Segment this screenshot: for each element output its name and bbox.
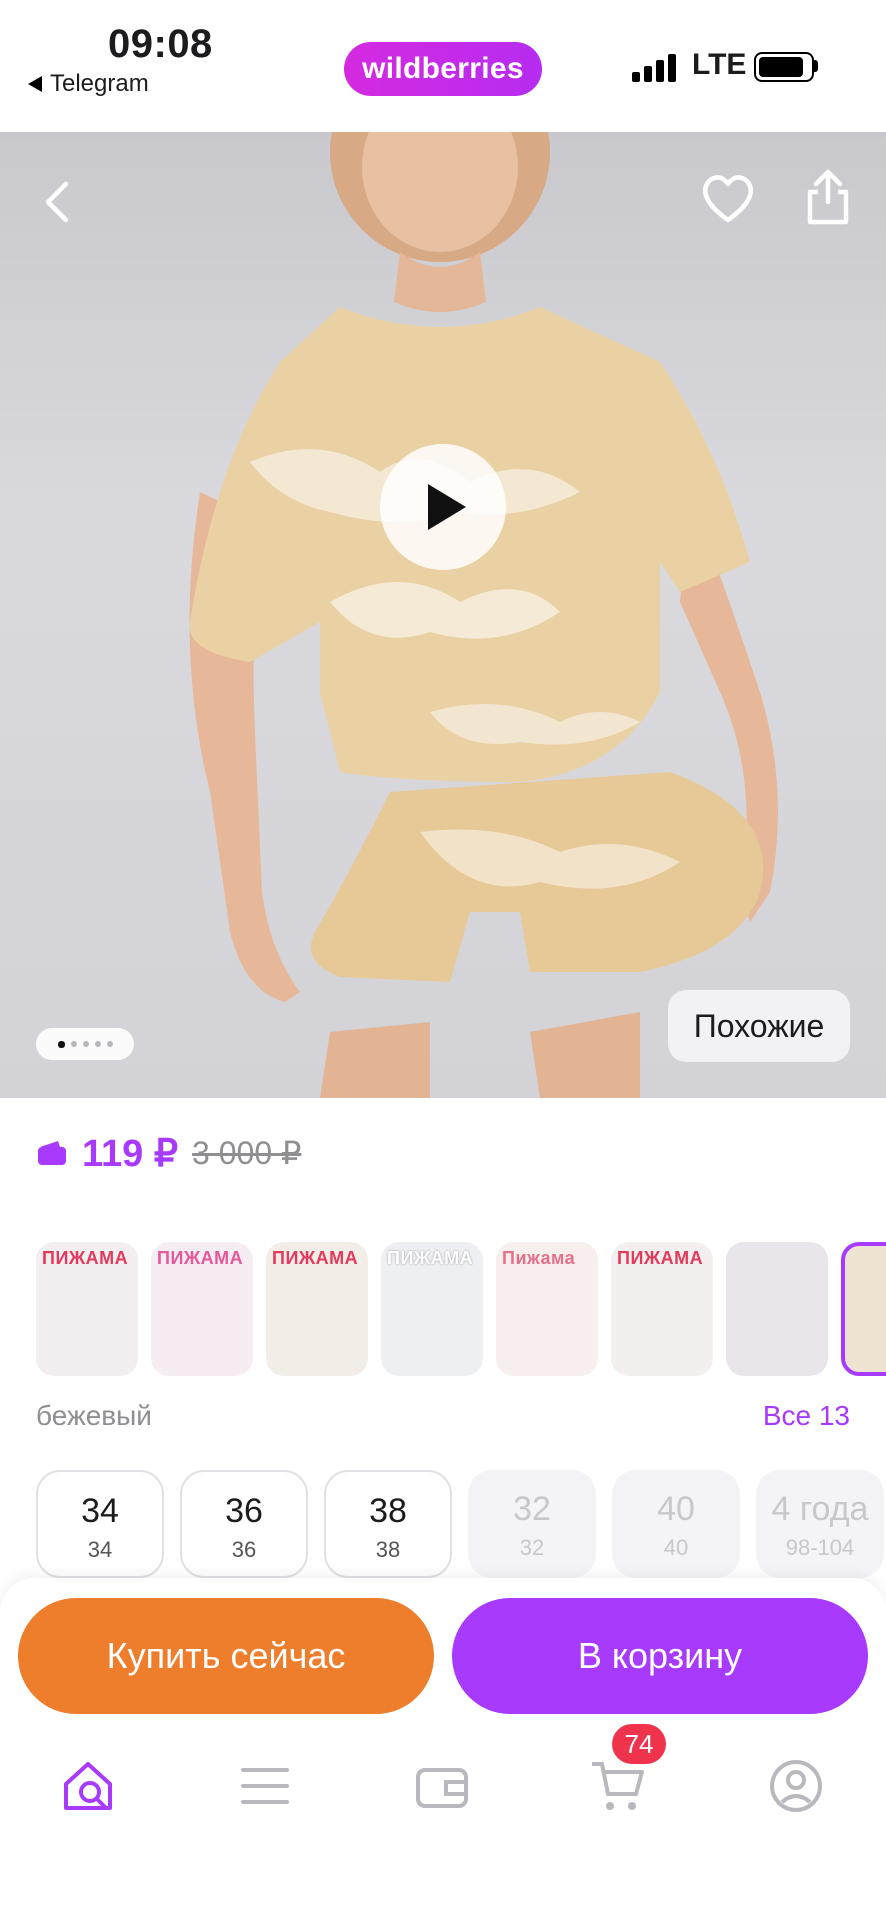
size-subvalue: 40 [663, 1535, 689, 1560]
current-price: 119 ₽ [82, 1132, 179, 1175]
back-to-telegram[interactable]: Telegram [28, 70, 149, 98]
cart-icon[interactable] [588, 1756, 648, 1816]
color-thumbnail[interactable]: ПИЖАМА [266, 1242, 368, 1376]
product-photo [189, 132, 778, 1098]
back-triangle-icon [28, 76, 42, 92]
status-bar: 09:08 Telegram wildberries LTE [0, 0, 886, 132]
battery-tip [814, 60, 818, 72]
share-icon[interactable] [800, 168, 856, 228]
size-value: 4 года [771, 1490, 869, 1528]
product-gallery[interactable]: Похожие [0, 132, 886, 1098]
bottom-action-sheet: Купить сейчас В корзину 74 [0, 1578, 886, 1920]
size-option-unavailable[interactable]: 32 32 [468, 1470, 596, 1578]
thumbnail-title: ПИЖАМА [617, 1248, 704, 1268]
gallery-page-indicator [36, 1028, 134, 1060]
battery-icon [754, 52, 814, 82]
size-subvalue: 32 [519, 1535, 545, 1560]
size-option-unavailable[interactable]: 40 40 [612, 1470, 740, 1578]
size-subvalue: 36 [231, 1537, 257, 1562]
network-label: LTE [692, 48, 747, 81]
size-value: 34 [81, 1492, 119, 1530]
wallet-icon[interactable] [412, 1756, 472, 1816]
price-row: 119 ₽ 3 000 ₽ [36, 1128, 301, 1178]
size-value: 38 [369, 1492, 407, 1530]
color-thumbnail[interactable]: ПИЖАМА [381, 1242, 483, 1376]
home-search-icon[interactable] [58, 1756, 118, 1816]
size-subvalue: 98-104 [785, 1535, 855, 1560]
menu-icon[interactable] [235, 1756, 295, 1816]
add-to-cart-button[interactable]: В корзину [452, 1598, 868, 1714]
back-arrow-icon[interactable] [40, 180, 76, 224]
thumbnail-title: ПИЖАМА [387, 1248, 474, 1268]
all-colors-link[interactable]: Все 13 [763, 1400, 850, 1432]
color-thumbnail[interactable]: ПИЖАМА [36, 1242, 138, 1376]
back-app-label: Telegram [50, 70, 149, 97]
old-price: 3 000 ₽ [192, 1135, 302, 1171]
play-video-button[interactable] [380, 444, 506, 570]
size-value: 40 [657, 1490, 695, 1528]
profile-icon[interactable] [766, 1756, 826, 1816]
size-value: 32 [513, 1490, 551, 1528]
color-thumbnail[interactable]: Пижама [496, 1242, 598, 1376]
size-option[interactable]: 38 38 [324, 1470, 452, 1578]
color-thumbnail[interactable]: ПИЖАМА [611, 1242, 713, 1376]
signal-icon [632, 52, 676, 82]
size-option[interactable]: 36 36 [180, 1470, 308, 1578]
thumbnail-title: Пижама [502, 1248, 576, 1268]
size-option-unavailable[interactable]: 4 года 98-104 [756, 1470, 884, 1578]
color-thumbnail-selected[interactable] [841, 1242, 886, 1376]
size-selector: 34 34 36 36 38 38 32 32 40 40 4 года 98-… [36, 1470, 886, 1582]
size-option[interactable]: 34 34 [36, 1470, 164, 1578]
heart-icon[interactable] [700, 172, 756, 224]
size-value: 36 [225, 1492, 263, 1530]
wallet-price-icon [38, 1141, 66, 1165]
tab-bar: 74 [0, 1724, 886, 1856]
selected-color-name: бежевый [36, 1400, 152, 1431]
thumbnail-title: ПИЖАМА [272, 1248, 359, 1268]
size-subvalue: 34 [87, 1537, 113, 1562]
thumbnail-title: ПИЖАМА [157, 1248, 244, 1268]
wildberries-logo: wildberries [344, 42, 542, 96]
thumbnail-title: ПИЖАМА [42, 1248, 129, 1268]
similar-button[interactable]: Похожие [668, 990, 850, 1062]
color-thumbnail[interactable]: ПИЖАМА [151, 1242, 253, 1376]
buy-now-button[interactable]: Купить сейчас [18, 1598, 434, 1714]
color-variants: ПИЖАМА ПИЖАМА ПИЖАМА ПИЖАМА Пижама ПИЖАМ… [36, 1242, 886, 1378]
cart-badge: 74 [612, 1724, 666, 1764]
size-subvalue: 38 [375, 1537, 401, 1562]
color-thumbnail[interactable] [726, 1242, 828, 1376]
status-time: 09:08 [108, 22, 213, 66]
